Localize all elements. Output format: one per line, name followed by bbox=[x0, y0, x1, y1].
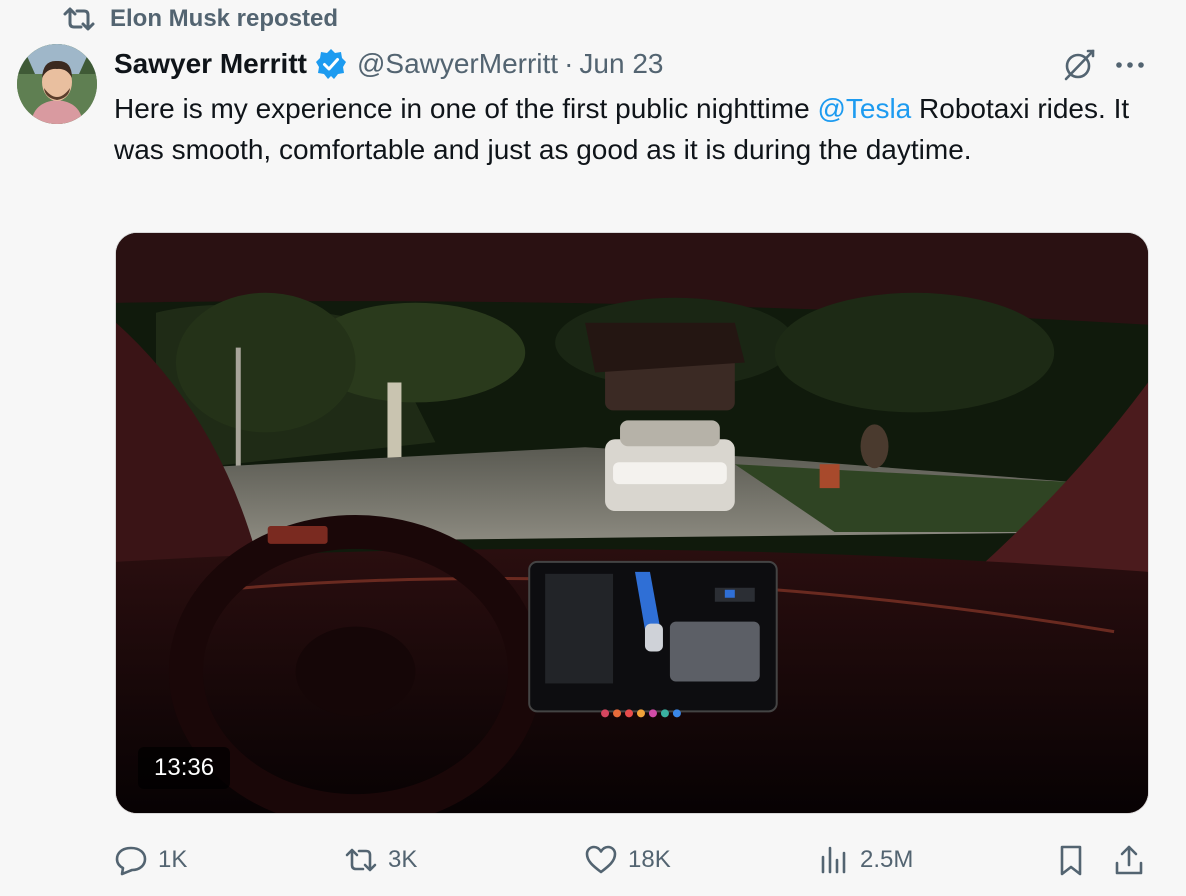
share-button[interactable] bbox=[1112, 838, 1146, 882]
author-name[interactable]: Sawyer Merritt bbox=[114, 48, 307, 80]
grok-icon[interactable] bbox=[1060, 46, 1098, 84]
bookmark-icon bbox=[1060, 845, 1082, 876]
views-icon bbox=[821, 846, 846, 874]
repost-button[interactable]: 3K bbox=[344, 838, 417, 882]
like-button[interactable]: 18K bbox=[584, 838, 671, 882]
tweet-date[interactable]: Jun 23 bbox=[579, 48, 663, 80]
bookmark-button[interactable] bbox=[1054, 838, 1088, 882]
view-count: 2.5M bbox=[860, 846, 914, 873]
video-duration: 13:36 bbox=[138, 747, 231, 789]
repost-header: Elon Musk reposted bbox=[62, 4, 338, 34]
separator-dot: · bbox=[564, 48, 574, 79]
views-button[interactable]: 2.5M bbox=[816, 838, 913, 882]
reply-button[interactable]: 1K bbox=[114, 838, 187, 882]
action-bar: 1K 3K 18K 2.5M bbox=[114, 838, 1150, 882]
heart-icon bbox=[585, 845, 617, 874]
tweet-text: Here is my experience in one of the firs… bbox=[114, 88, 1144, 170]
repost-count: 3K bbox=[388, 846, 418, 873]
reply-count: 1K bbox=[158, 846, 188, 873]
verified-badge-icon bbox=[315, 49, 346, 79]
repost-label[interactable]: Elon Musk reposted bbox=[110, 5, 338, 33]
tweet-text-before: Here is my experience in one of the firs… bbox=[114, 93, 818, 124]
author-handle[interactable]: @SawyerMerritt bbox=[357, 48, 558, 80]
mention-link[interactable]: @Tesla bbox=[817, 93, 911, 124]
repost-icon bbox=[345, 848, 377, 872]
tweet-header: Sawyer Merritt @SawyerMerritt · Jun 23 bbox=[114, 44, 1146, 84]
reply-icon bbox=[115, 846, 147, 876]
video-player[interactable]: 13:36 bbox=[115, 232, 1149, 814]
more-icon[interactable] bbox=[1112, 48, 1148, 82]
share-icon bbox=[1115, 845, 1143, 875]
like-count: 18K bbox=[628, 846, 671, 873]
repost-icon bbox=[63, 7, 95, 31]
avatar[interactable] bbox=[17, 44, 97, 124]
video-frame bbox=[116, 233, 1148, 813]
